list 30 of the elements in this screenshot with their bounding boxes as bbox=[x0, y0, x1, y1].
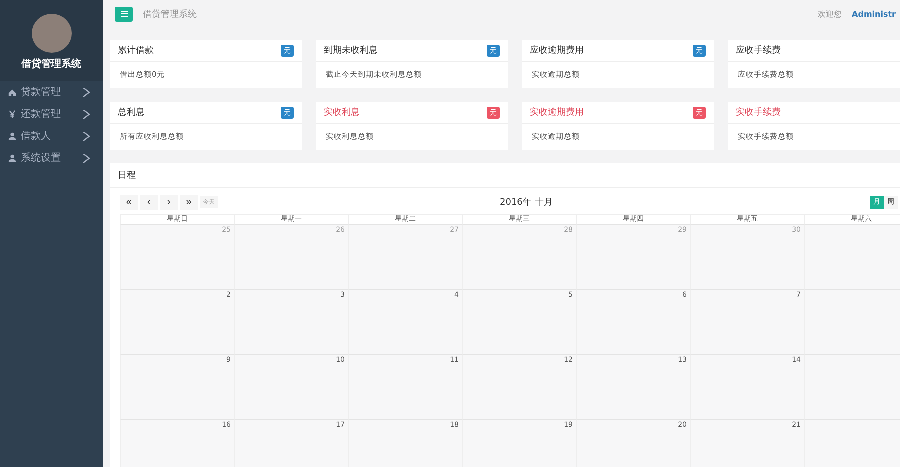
nav-button[interactable]: « bbox=[120, 194, 138, 210]
nav-button[interactable]: » bbox=[180, 194, 198, 210]
card-title: 实收利息 bbox=[324, 106, 361, 119]
card-title: 到期未收利息 bbox=[324, 44, 379, 57]
menu-icon bbox=[120, 11, 128, 17]
breadcrumb: 借贷管理系统 bbox=[143, 8, 198, 20]
user-icon bbox=[8, 154, 17, 162]
nav-button[interactable]: ‹ bbox=[140, 194, 158, 210]
sidebar-item[interactable]: 还款管理 bbox=[0, 103, 103, 125]
panel-title: 日程 bbox=[118, 170, 136, 182]
card-title: 应收逾期费用 bbox=[530, 44, 585, 57]
home-icon bbox=[8, 88, 17, 96]
user-link[interactable]: Administr bbox=[852, 10, 896, 18]
app-name: 借贷管理系统 bbox=[22, 58, 82, 71]
sidebar-item[interactable]: 贷款管理 bbox=[0, 81, 103, 103]
welcome-text: 欢迎您 bbox=[818, 8, 842, 20]
user-icon bbox=[8, 132, 17, 140]
card-title: 应收手续费 bbox=[736, 44, 782, 57]
card-title: 实收手续费 bbox=[736, 106, 782, 119]
day-cell[interactable] bbox=[804, 224, 900, 289]
avatar-icon bbox=[32, 14, 72, 53]
yen-icon bbox=[8, 110, 17, 118]
card-title: 累计借款 bbox=[118, 44, 155, 57]
menu-button[interactable] bbox=[115, 6, 133, 22]
sidebar-item[interactable]: 借款人 bbox=[0, 125, 103, 147]
card-title: 总利息 bbox=[118, 106, 146, 119]
card-title: 实收逾期费用 bbox=[530, 106, 585, 119]
sidebar-item[interactable]: 系统设置 bbox=[0, 147, 103, 169]
month-heading: 2016年 十月 bbox=[500, 196, 554, 208]
nav-button[interactable]: › bbox=[160, 194, 178, 210]
